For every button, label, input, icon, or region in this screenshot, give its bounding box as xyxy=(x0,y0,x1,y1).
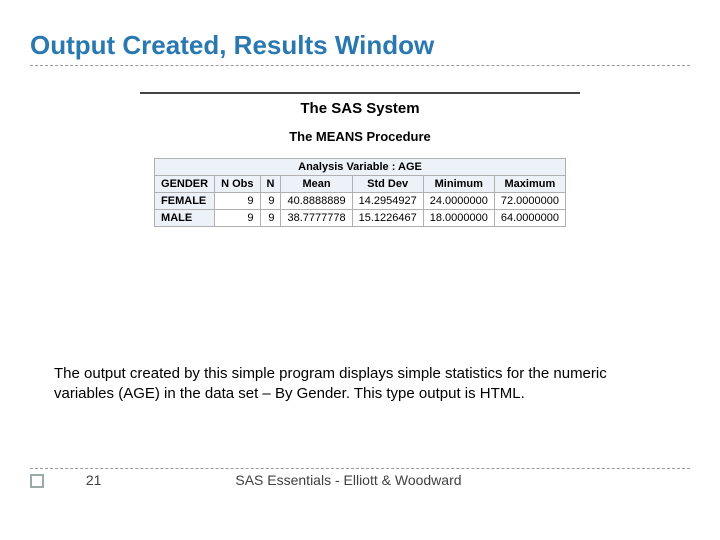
description-text: The output created by this simple progra… xyxy=(54,364,670,403)
col-nobs: N Obs xyxy=(215,176,260,193)
sas-output-block: The SAS System The MEANS Procedure Analy… xyxy=(140,92,580,227)
table-row: MALE 9 9 38.7777778 15.1226467 18.000000… xyxy=(155,210,566,227)
page-number: 21 xyxy=(86,472,102,488)
footer-marker-icon xyxy=(30,474,44,488)
col-n: N xyxy=(260,176,281,193)
footer: 21 SAS Essentials - Elliott & Woodward xyxy=(30,472,690,488)
col-gender: GENDER xyxy=(155,176,215,193)
cell-n: 9 xyxy=(260,193,281,210)
means-table: Analysis Variable : AGE GENDER N Obs N M… xyxy=(154,158,566,227)
cell-max: 64.0000000 xyxy=(494,210,565,227)
table-header-row: GENDER N Obs N Mean Std Dev Minimum Maxi… xyxy=(155,176,566,193)
cell-gender: FEMALE xyxy=(155,193,215,210)
slide: Output Created, Results Window The SAS S… xyxy=(0,0,720,540)
cell-nobs: 9 xyxy=(215,193,260,210)
cell-min: 24.0000000 xyxy=(423,193,494,210)
col-stddev: Std Dev xyxy=(352,176,423,193)
sas-top-rule xyxy=(140,92,580,94)
sas-system-title: The SAS System xyxy=(140,100,580,117)
col-min: Minimum xyxy=(423,176,494,193)
cell-std: 15.1226467 xyxy=(352,210,423,227)
title-divider xyxy=(30,65,690,66)
footer-divider xyxy=(30,468,690,469)
footer-text: SAS Essentials - Elliott & Woodward xyxy=(235,472,461,488)
table-row: FEMALE 9 9 40.8888889 14.2954927 24.0000… xyxy=(155,193,566,210)
cell-max: 72.0000000 xyxy=(494,193,565,210)
analysis-variable-label: Analysis Variable : AGE xyxy=(155,159,566,176)
sas-proc-title: The MEANS Procedure xyxy=(140,129,580,144)
cell-std: 14.2954927 xyxy=(352,193,423,210)
cell-n: 9 xyxy=(260,210,281,227)
cell-gender: MALE xyxy=(155,210,215,227)
slide-title: Output Created, Results Window xyxy=(30,30,690,61)
cell-mean: 40.8888889 xyxy=(281,193,352,210)
col-max: Maximum xyxy=(494,176,565,193)
col-mean: Mean xyxy=(281,176,352,193)
cell-mean: 38.7777778 xyxy=(281,210,352,227)
cell-min: 18.0000000 xyxy=(423,210,494,227)
cell-nobs: 9 xyxy=(215,210,260,227)
